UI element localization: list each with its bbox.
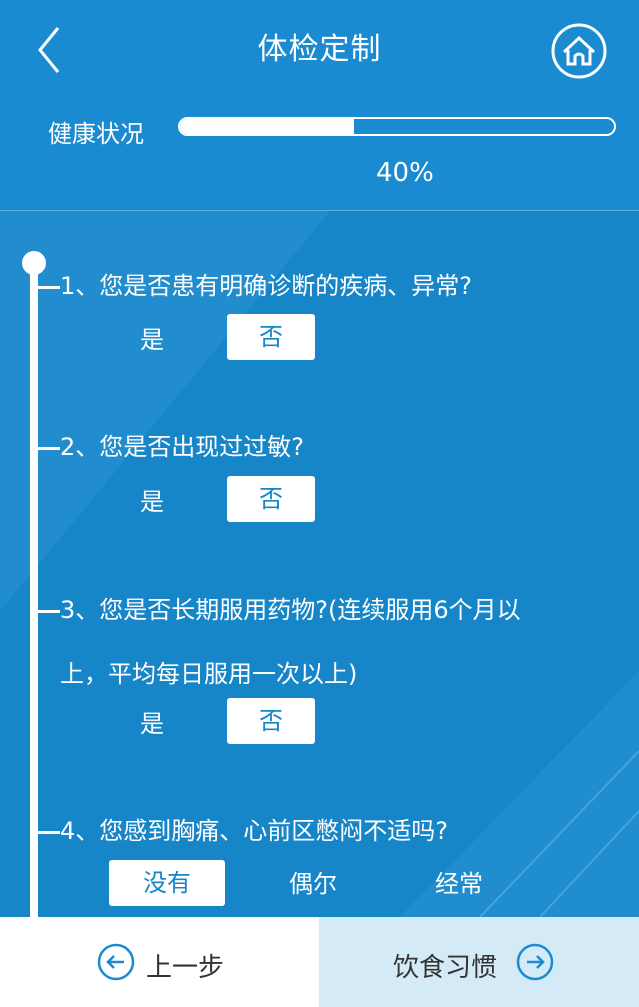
progress-bar xyxy=(178,117,616,136)
timeline-tick xyxy=(38,446,60,450)
next-step-button[interactable]: 饮食习惯 xyxy=(319,917,639,1007)
question-1-text: 1、您是否患有明确诊断的疾病、异常? xyxy=(60,272,473,300)
q2-option-yes[interactable]: 是 xyxy=(120,479,184,525)
question-list[interactable]: 1、您是否患有明确诊断的疾病、异常? 是 否 2、您是否出现过过敏? 是 否 3… xyxy=(0,211,639,917)
q1-option-no[interactable]: 否 xyxy=(227,314,315,360)
question-2: 2、您是否出现过过敏? xyxy=(38,419,304,475)
q4-option-sometimes[interactable]: 偶尔 xyxy=(270,861,356,907)
timeline-tick xyxy=(38,830,60,834)
home-button[interactable] xyxy=(550,22,608,80)
progress-section: 健康状况 40% xyxy=(0,98,639,211)
progress-percent: 40% xyxy=(376,158,434,188)
question-3-text-continued: 上，平均每日服用一次以上) xyxy=(60,660,358,688)
q4-option-never[interactable]: 没有 xyxy=(109,860,225,906)
prev-step-label: 上一步 xyxy=(146,953,225,983)
header: 体检定制 xyxy=(0,0,639,98)
question-4: 4、您感到胸痛、心前区憋闷不适吗? xyxy=(38,803,448,859)
timeline-tick xyxy=(38,609,60,613)
progress-fill xyxy=(180,119,354,134)
q3-option-yes[interactable]: 是 xyxy=(120,701,184,747)
q4-option-often[interactable]: 经常 xyxy=(416,861,502,907)
q3-option-no[interactable]: 否 xyxy=(227,698,315,744)
timeline-tick xyxy=(38,285,60,289)
next-step-label: 饮食习惯 xyxy=(393,953,498,983)
question-4-text: 4、您感到胸痛、心前区憋闷不适吗? xyxy=(60,817,449,845)
prev-step-button[interactable]: 上一步 xyxy=(0,917,319,1007)
question-2-text: 2、您是否出现过过敏? xyxy=(60,433,305,461)
footer-nav: 上一步 饮食习惯 xyxy=(0,917,639,1007)
arrow-right-circle-icon xyxy=(516,943,554,981)
question-3: 3、您是否长期服用药物?(连续服用6个月以 xyxy=(38,582,521,638)
q1-option-yes[interactable]: 是 xyxy=(120,317,184,363)
q2-option-no[interactable]: 否 xyxy=(227,476,315,522)
timeline-line xyxy=(30,261,38,917)
question-1: 1、您是否患有明确诊断的疾病、异常? xyxy=(38,258,472,314)
home-icon xyxy=(551,23,607,79)
arrow-left-circle-icon xyxy=(97,943,135,981)
progress-label: 健康状况 xyxy=(48,120,144,148)
page-title: 体检定制 xyxy=(257,32,382,67)
question-3-text: 3、您是否长期服用药物?(连续服用6个月以 xyxy=(60,596,521,624)
